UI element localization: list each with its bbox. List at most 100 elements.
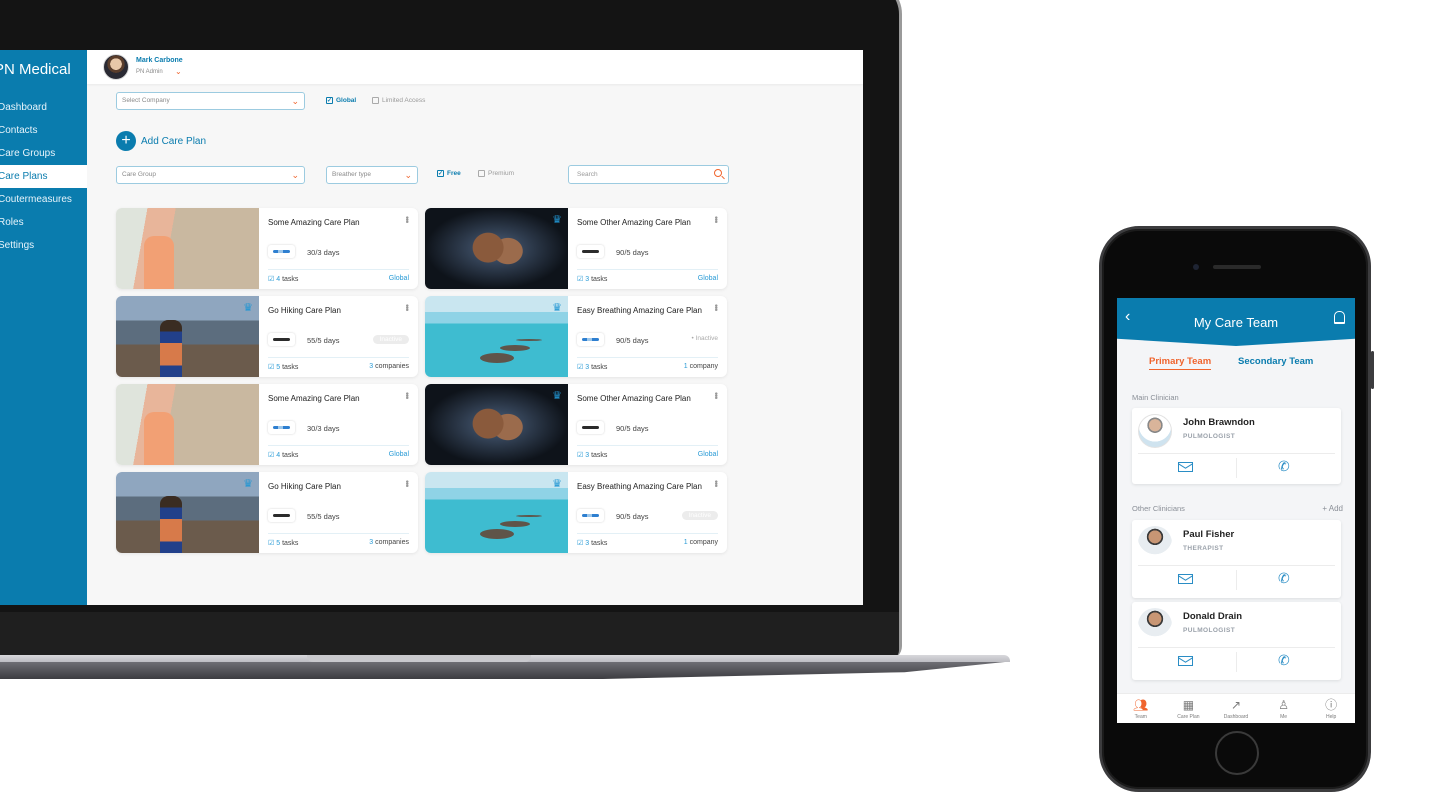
more-options-icon[interactable]: ••• — [711, 480, 721, 486]
add-care-plan-button[interactable]: + Add Care Plan — [116, 131, 206, 151]
tabbar-item-care-plan[interactable]: ▦ Care Plan — [1165, 694, 1213, 723]
care-plan-card[interactable]: ♛ Some Other Amazing Care Plan ••• 90/5 day… — [425, 208, 727, 289]
days-value: 55/5 days — [307, 512, 340, 521]
crown-icon: ♛ — [243, 302, 253, 314]
chevron-down-icon: ⌄ — [291, 170, 299, 180]
sidebar-item-roles[interactable]: Roles — [0, 211, 87, 234]
more-options-icon[interactable]: ••• — [711, 304, 721, 310]
premium-checkbox[interactable]: Premium — [478, 170, 514, 177]
search-input[interactable]: Search — [568, 165, 729, 184]
phone-call-icon[interactable]: ✆ — [1278, 652, 1290, 669]
tasks-count: ☑ 3 tasks — [577, 276, 608, 283]
status-badge: • Inactive — [691, 335, 718, 342]
phone-home-button[interactable] — [1215, 731, 1259, 775]
tab-primary-team[interactable]: Primary Team — [1149, 356, 1212, 370]
tabbar-label: Dashboard — [1223, 714, 1249, 720]
divider — [1236, 458, 1237, 478]
mail-icon[interactable] — [1178, 656, 1193, 666]
sidebar-item-settings[interactable]: Settings — [0, 234, 87, 257]
more-options-icon[interactable]: ••• — [402, 392, 412, 398]
divider — [577, 357, 718, 358]
tab-secondary-team[interactable]: Secondary Team — [1238, 356, 1313, 367]
laptop-base-bottom — [0, 662, 1005, 679]
phone-frame: ‹ My Care Team Primary Team Secondary Te… — [1099, 226, 1374, 792]
global-checkbox[interactable]: ✓ Global — [326, 97, 356, 104]
care-plan-title: Go Hiking Care Plan — [268, 306, 341, 315]
user-role: PN Admin — [136, 69, 163, 75]
clinician-card[interactable]: Paul Fisher THERAPIST ✆ — [1132, 520, 1341, 598]
care-plan-image: ♛ — [116, 472, 259, 553]
breather-type-select[interactable]: Breather type ⌄ — [326, 166, 418, 184]
avatar[interactable] — [103, 54, 129, 80]
days-value: 55/5 days — [307, 336, 340, 345]
care-plan-grid: Some Amazing Care Plan ••• 30/3 days ☑ 4 ta… — [116, 208, 728, 553]
more-options-icon[interactable]: ••• — [711, 392, 721, 398]
sidebar-item-dashboard[interactable]: Dashboard — [0, 96, 87, 119]
other-clinicians-label: Other Clinicians — [1132, 504, 1185, 513]
tabbar-item-team[interactable]: 👥︎ Team — [1117, 694, 1165, 723]
more-options-icon[interactable]: ••• — [711, 216, 721, 222]
limited-access-checkbox[interactable]: Limited Access — [372, 97, 425, 104]
care-plan-card[interactable]: Some Amazing Care Plan ••• 30/3 days ☑ 4 ta… — [116, 384, 418, 465]
company-select[interactable]: Select Company ⌄ — [116, 92, 305, 110]
card-body: Some Other Amazing Care Plan ••• 90/5 days… — [568, 384, 727, 465]
care-group-select[interactable]: Care Group ⌄ — [116, 166, 305, 184]
tabbar-item-me[interactable]: ♙ Me — [1260, 694, 1308, 723]
add-clinician-button[interactable]: + Add — [1322, 504, 1343, 513]
clinician-name: Paul Fisher — [1183, 529, 1235, 540]
tasks-count: ☑ 3 tasks — [577, 540, 608, 547]
topbar: Mark Carbone PN Admin ⌄ — [87, 50, 863, 84]
free-checkbox-label: Free — [447, 170, 461, 177]
sidebar-item-countermeasures[interactable]: Coutermeasures — [0, 188, 87, 211]
days-value: 90/5 days — [616, 424, 649, 433]
more-options-icon[interactable]: ••• — [402, 480, 412, 486]
care-plan-image: ♛ — [425, 472, 568, 553]
sidebar-item-care-plans[interactable]: Care Plans — [0, 165, 87, 188]
care-plan-card[interactable]: ♛ Go Hiking Care Plan ••• 55/5 days Inactive… — [116, 296, 418, 377]
more-options-icon[interactable]: ••• — [402, 216, 412, 222]
care-plan-title: Some Amazing Care Plan — [268, 218, 360, 227]
chevron-down-icon: ⌄ — [291, 96, 299, 106]
check-circle-icon: ☑ — [268, 452, 275, 459]
main-clinician-label: Main Clinician — [1132, 393, 1179, 402]
free-checkbox[interactable]: ✓ Free — [437, 170, 461, 177]
tabbar-label: Me — [1280, 714, 1288, 720]
care-plan-card[interactable]: ♛ Easy Breathing Amazing Care Plan ••• 90/5… — [425, 296, 727, 377]
scope-label: 1 company — [683, 539, 718, 546]
breather-device-icon — [577, 333, 604, 346]
search-icon[interactable] — [714, 169, 722, 177]
check-circle-icon: ☑ — [577, 276, 584, 283]
care-plan-card[interactable]: ♛ Easy Breathing Amazing Care Plan ••• 90/5… — [425, 472, 727, 553]
bell-icon[interactable] — [1334, 311, 1345, 324]
tabbar-item-dashboard[interactable]: ↗ Dashboard — [1212, 694, 1260, 723]
phone-call-icon[interactable]: ✆ — [1278, 458, 1290, 475]
crown-icon: ♛ — [552, 302, 562, 314]
mail-icon[interactable] — [1178, 574, 1193, 584]
care-group-placeholder: Care Group — [122, 171, 156, 178]
more-options-icon[interactable]: ••• — [402, 304, 412, 310]
clinician-card[interactable]: Donald Drain PULMOLOGIST ✆ — [1132, 602, 1341, 680]
phone-call-icon[interactable]: ✆ — [1278, 570, 1290, 587]
bottom-tab-bar: 👥︎ Team ▦ Care Plan ↗ Dashboard ♙ Me ⓘ H… — [1117, 693, 1355, 723]
card-body: Easy Breathing Amazing Care Plan ••• 90/5 … — [568, 296, 727, 377]
chevron-down-icon: ⌄ — [404, 170, 412, 180]
premium-checkbox-label: Premium — [488, 170, 515, 177]
scope-label: 3 companies — [369, 539, 409, 546]
care-plan-card[interactable]: ♛ Some Other Amazing Care Plan ••• 90/5 day… — [425, 384, 727, 465]
sidebar-item-contacts[interactable]: Contacts — [0, 119, 87, 142]
check-circle-icon: ☑ — [268, 276, 275, 283]
care-plan-card[interactable]: ♛ Go Hiking Care Plan ••• 55/5 days ☑ 5 task… — [116, 472, 418, 553]
checkbox-checked-icon: ✓ — [326, 97, 333, 104]
tabbar-item-help[interactable]: ⓘ Help — [1307, 694, 1355, 723]
clinician-card[interactable]: John Brawndon PULMOLOGIST ✆ — [1132, 408, 1341, 484]
sidebar-item-care-groups[interactable]: Care Groups — [0, 142, 87, 165]
mail-icon[interactable] — [1178, 462, 1193, 472]
days-value: 90/5 days — [616, 248, 649, 257]
check-circle-icon: ☑ — [268, 364, 275, 371]
care-plan-image: ♛ — [425, 208, 568, 289]
check-circle-icon: ☑ — [577, 540, 584, 547]
user-menu-chevron-icon[interactable]: ⌄ — [175, 67, 182, 76]
care-plan-card[interactable]: Some Amazing Care Plan ••• 30/3 days ☑ 4 ta… — [116, 208, 418, 289]
divider — [1138, 647, 1335, 648]
tabbar-label: Team — [1134, 714, 1147, 720]
